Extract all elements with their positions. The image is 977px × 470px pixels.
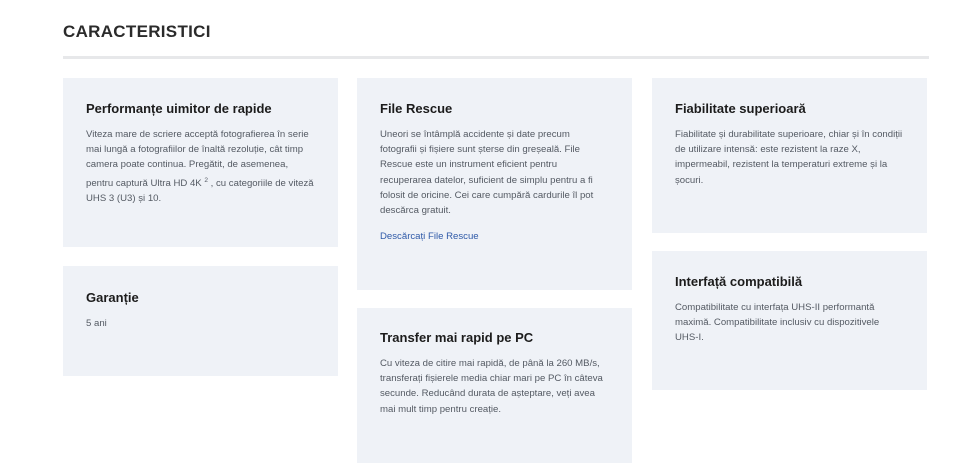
- feature-title: File Rescue: [380, 101, 453, 116]
- feature-card-performance: Performanțe uimitor de rapide Viteza mar…: [63, 78, 338, 247]
- feature-title: Transfer mai rapid pe PC: [380, 330, 534, 345]
- feature-card-transfer: Transfer mai rapid pe PC Cu viteza de ci…: [357, 308, 632, 463]
- feature-card-file-rescue: File Rescue Uneori se întâmplă accidente…: [357, 78, 632, 290]
- feature-title: Interfață compatibilă: [675, 274, 803, 289]
- feature-description: 5 ani: [86, 318, 107, 329]
- section-divider: [63, 56, 929, 59]
- feature-description: Viteza mare de scriere acceptă fotografi…: [86, 127, 314, 206]
- feature-description: Fiabilitate și durabilitate superioare, …: [675, 129, 903, 186]
- download-file-rescue-link[interactable]: Descărcați File Rescue: [380, 231, 479, 242]
- feature-description: Uneori se întâmplă accidente și date pre…: [380, 129, 594, 217]
- feature-title: Garanție: [86, 290, 139, 305]
- feature-card-interface: Interfață compatibilă Compatibilitate cu…: [652, 251, 927, 390]
- feature-description: Compatibilitate cu interfața UHS-II perf…: [675, 302, 880, 344]
- feature-description: Cu viteza de citire mai rapidă, de până …: [380, 358, 603, 415]
- feature-card-warranty: Garanție 5 ani: [63, 266, 338, 376]
- section-title: CARACTERISTICI: [63, 22, 211, 41]
- feature-title: Performanțe uimitor de rapide: [86, 101, 272, 116]
- feature-card-reliability: Fiabilitate superioară Fiabilitate și du…: [652, 78, 927, 233]
- feature-title: Fiabilitate superioară: [675, 101, 806, 116]
